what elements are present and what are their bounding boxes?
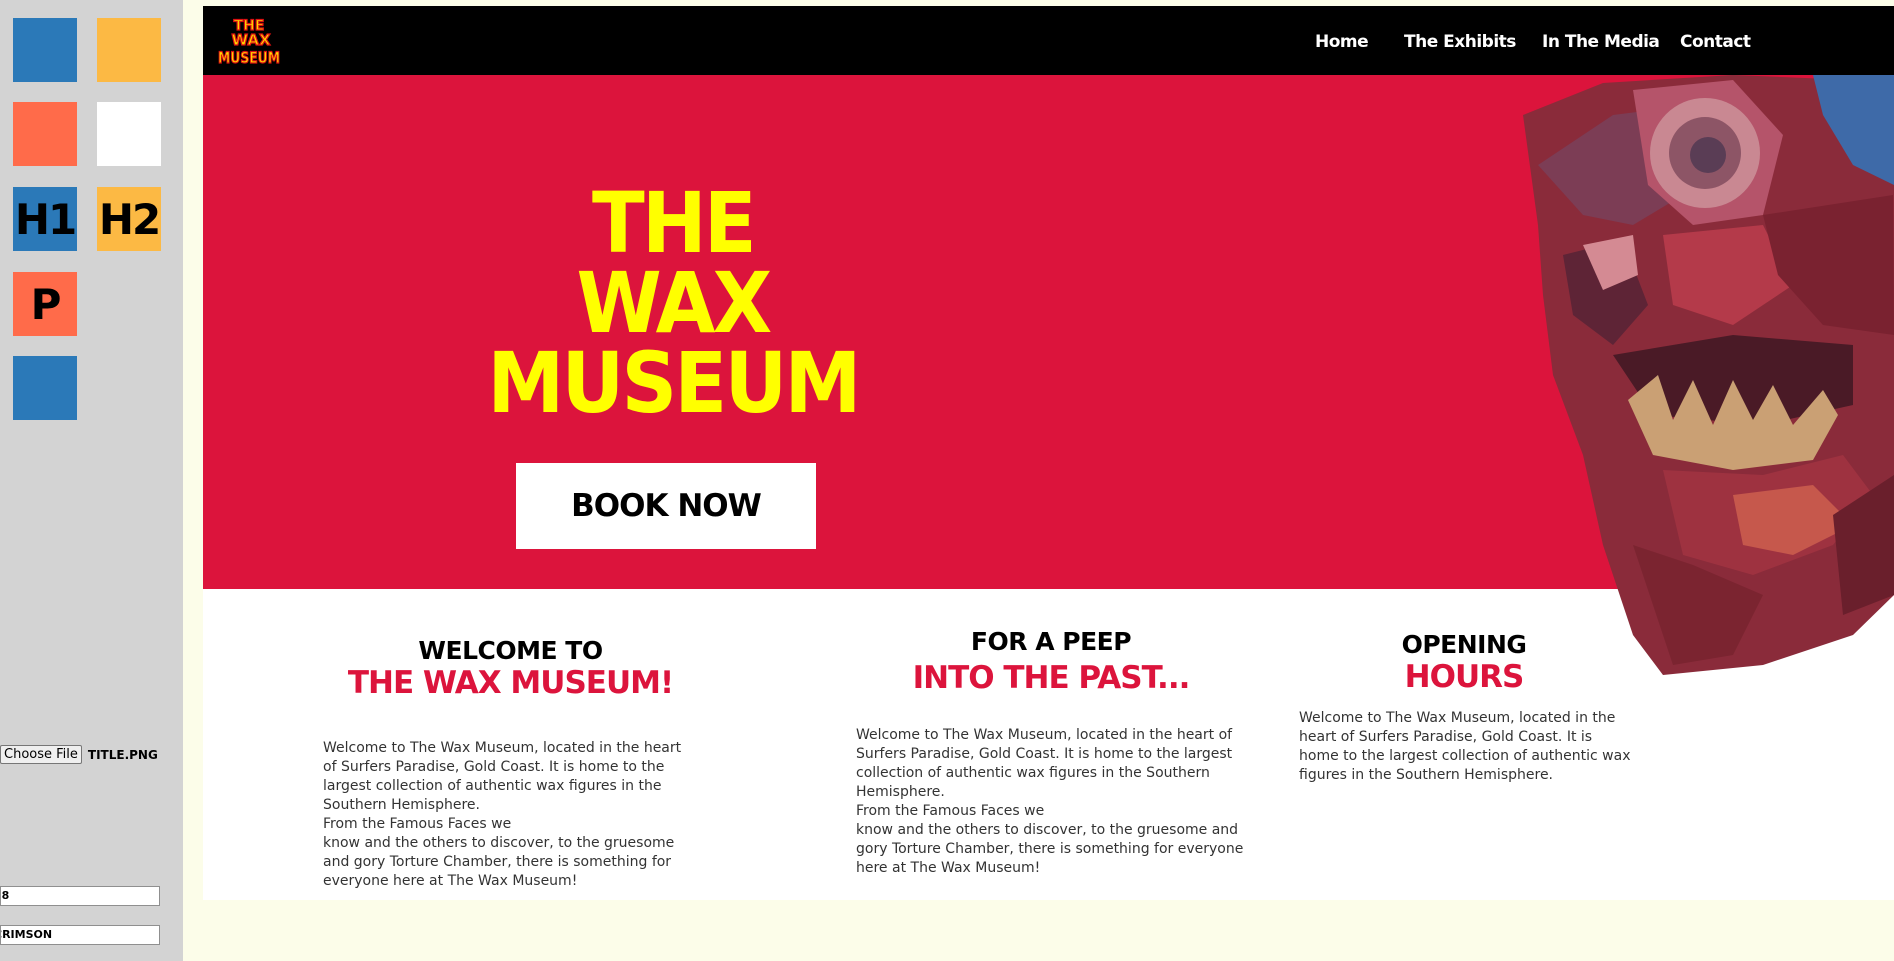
zombie-face-illustration — [1523, 75, 1894, 675]
welcome-column: WELCOME TO THE WAX MUSEUM! Welcome to Th… — [323, 636, 698, 891]
p-label: P — [30, 279, 62, 329]
nav-media[interactable]: In The Media — [1542, 32, 1660, 52]
swatch-blue[interactable] — [13, 18, 77, 82]
h2-label: H2 — [98, 194, 161, 244]
peep-paragraph: Welcome to The Wax Museum, located in th… — [856, 727, 1233, 800]
wax-museum-logo[interactable]: THE WAX MUSEUM — [216, 14, 282, 68]
swatch-orange[interactable] — [97, 18, 161, 82]
logo-word-3: MUSEUM — [218, 48, 280, 67]
h1-label: H1 — [14, 194, 77, 244]
hours-paragraph: Welcome to The Wax Museum, located in th… — [1299, 710, 1631, 783]
welcome-paragraph: Welcome to The Wax Museum, located in th… — [323, 740, 682, 813]
swatch-white[interactable] — [97, 102, 161, 166]
hero-title-line: THE — [592, 174, 757, 272]
peep-paragraph: From the Famous Faces we — [856, 803, 1045, 819]
book-now-button[interactable]: BOOK NOW — [516, 463, 816, 549]
hero-title-line: MUSEUM — [487, 334, 861, 432]
swatch-coral[interactable] — [13, 102, 77, 166]
logo-word-2: WAX — [231, 31, 270, 49]
peep-paragraph: know and the others to discover, to the … — [856, 822, 1244, 876]
editor-sidebar: H1 H2 P Choose File TITLE.PNG 18 CRIMSON — [0, 0, 183, 961]
nav-exhibits[interactable]: The Exhibits — [1404, 32, 1516, 52]
peep-subheading: INTO THE PAST... — [912, 660, 1191, 696]
file-upload: Choose File TITLE.PNG — [0, 745, 158, 764]
file-name-label: TITLE.PNG — [87, 747, 158, 762]
font-size-input[interactable]: 18 — [0, 886, 160, 906]
p-style-swatch[interactable]: P — [13, 272, 77, 336]
h2-style-swatch[interactable]: H2 — [97, 187, 161, 251]
hero-title-line: WAX — [576, 254, 773, 352]
h1-style-swatch[interactable]: H1 — [13, 187, 77, 251]
nav-contact[interactable]: Contact — [1680, 32, 1751, 52]
peep-heading: FOR A PEEP — [970, 627, 1132, 656]
color-input[interactable]: CRIMSON — [0, 925, 160, 945]
welcome-heading: WELCOME TO — [418, 636, 603, 665]
hero-title: THE WAX MUSEUM — [480, 174, 866, 432]
peep-column: FOR A PEEP INTO THE PAST... Welcome to T… — [856, 627, 1246, 878]
welcome-paragraph: From the Famous Faces we — [323, 816, 512, 832]
page-preview: THE WAX MUSEUM Home The Exhibits In The … — [203, 6, 1894, 900]
welcome-paragraph: know and the others to discover, to the … — [323, 835, 675, 889]
navbar: THE WAX MUSEUM Home The Exhibits In The … — [203, 6, 1894, 75]
swatch-blue-2[interactable] — [13, 356, 77, 420]
welcome-subheading: THE WAX MUSEUM! — [347, 665, 674, 701]
nav-home[interactable]: Home — [1315, 32, 1369, 52]
choose-file-button[interactable]: Choose File — [0, 745, 82, 764]
